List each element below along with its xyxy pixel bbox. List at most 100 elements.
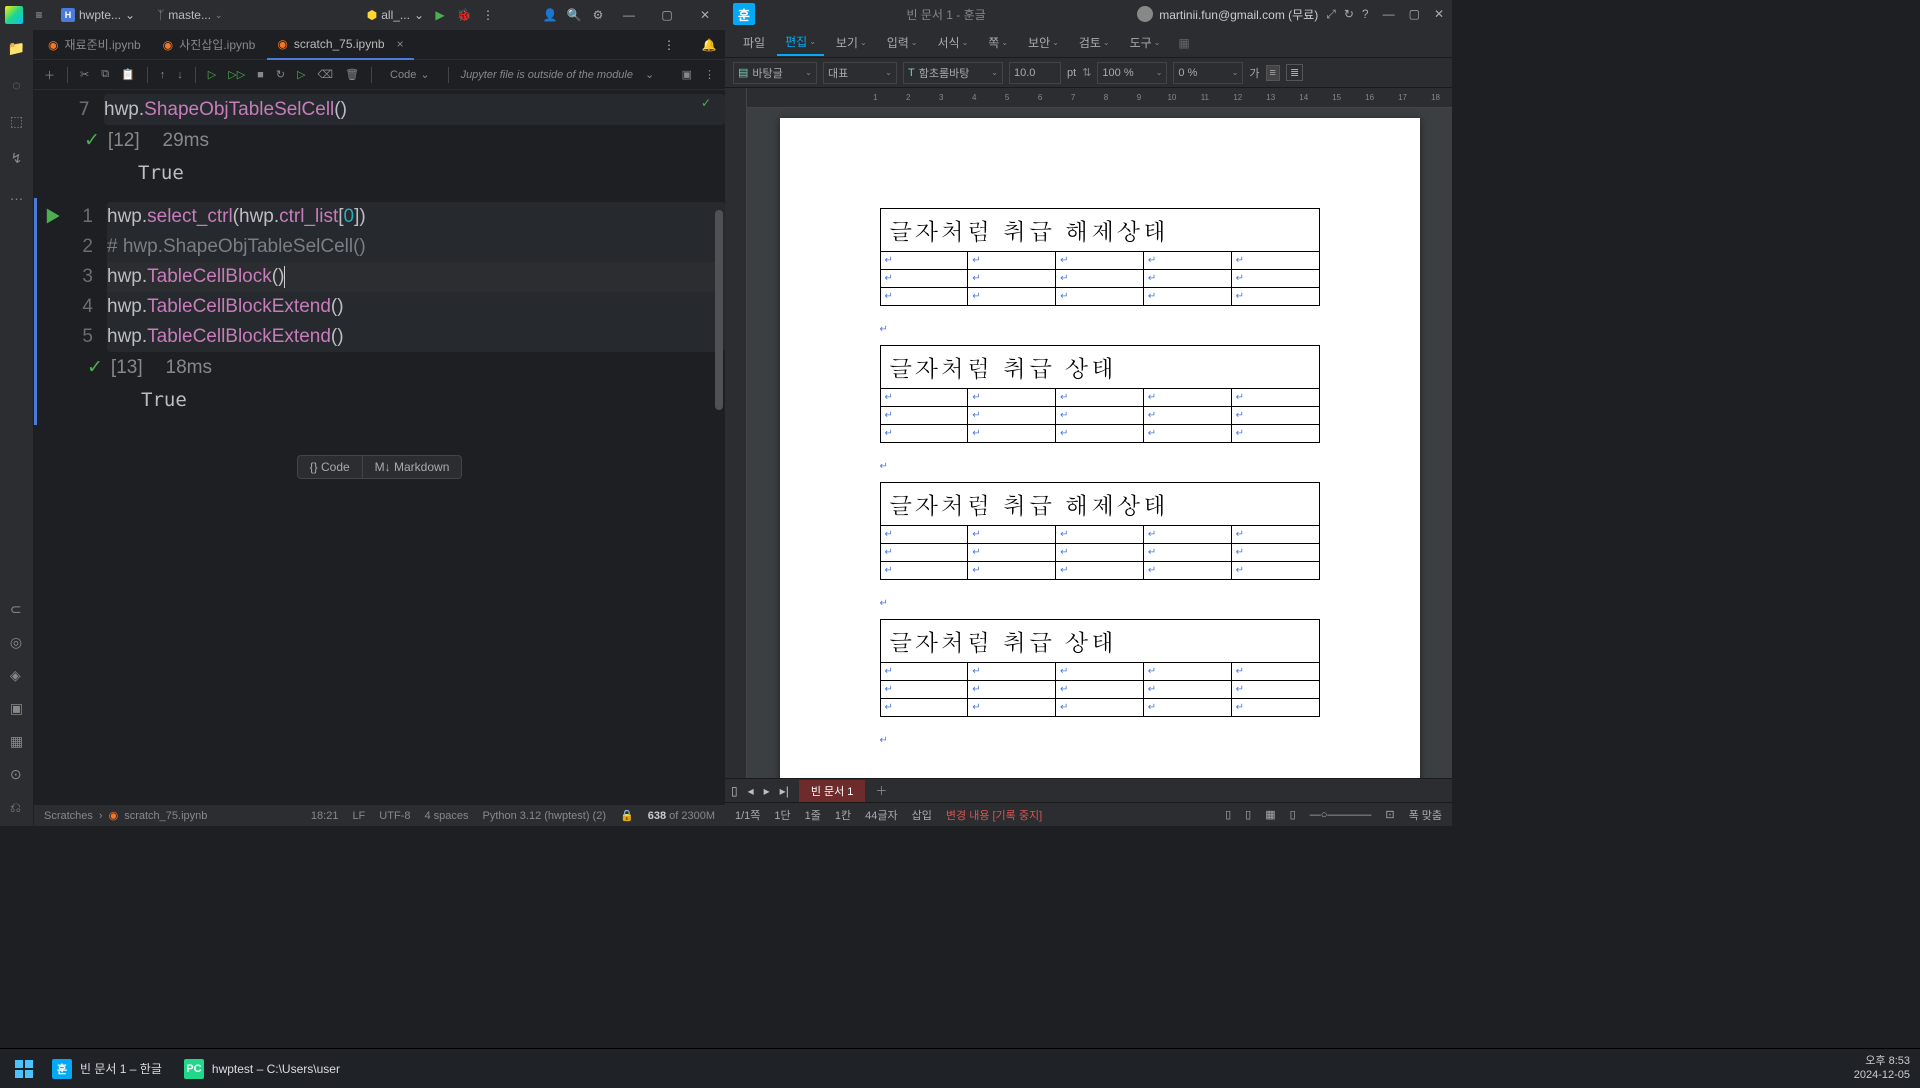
move-up-icon[interactable]: ↑ (160, 69, 166, 81)
fit-width-label[interactable]: 폭 맞춤 (1409, 807, 1442, 823)
run-config-selector[interactable]: ⬢ all_... ⌄ (367, 8, 424, 22)
ribbon-toggle-icon[interactable]: ▦ (1178, 36, 1189, 50)
hwp-table[interactable]: 글자처럼 취급 해제상태↵↵↵↵↵↵↵↵↵↵↵↵↵↵↵ (880, 482, 1320, 580)
tab-prev-icon[interactable]: ◂ (748, 784, 754, 798)
tab-next-icon[interactable]: ▸ (764, 784, 770, 798)
add-cell-icon[interactable]: ＋ (44, 67, 55, 83)
add-markdown-cell-button[interactable]: M↓ Markdown (363, 455, 463, 479)
run-cell-icon[interactable]: ▷ (208, 68, 216, 81)
tab-sajin[interactable]: ◉사진삽입.ipynb (153, 30, 266, 60)
run-cell-gutter-icon[interactable] (37, 202, 67, 352)
interpreter[interactable]: Python 3.12 (hwptest) (2) (482, 810, 606, 822)
menu-input[interactable]: 입력⌄ (879, 30, 926, 55)
size-spinner-icon[interactable]: ⇅ (1082, 66, 1091, 79)
services-tool-icon[interactable]: ◈ (10, 667, 23, 684)
chevron-down-icon[interactable]: ⌄ (645, 68, 654, 81)
stop-icon[interactable]: ■ (257, 69, 264, 81)
char-spacing-combo[interactable]: 0 %⌄ (1173, 62, 1243, 84)
tab-last-icon[interactable]: ▸| (780, 784, 789, 798)
close-tab-icon[interactable]: × (397, 37, 404, 51)
zoom-slider[interactable]: —○———— (1310, 809, 1372, 821)
taskbar-item-pycharm[interactable]: PChwptest – C:\Users\user (176, 1055, 348, 1083)
python-packages-icon[interactable]: ▦ (10, 733, 23, 750)
collapse-icon[interactable]: ⊂ (10, 601, 23, 618)
status-insert-mode[interactable]: 삽입 (912, 807, 932, 823)
restart-icon[interactable]: ↻ (276, 68, 285, 81)
minimize-button[interactable]: — (1383, 7, 1395, 21)
move-down-icon[interactable]: ↓ (177, 69, 183, 81)
close-button[interactable]: ✕ (690, 8, 720, 22)
horizontal-ruler[interactable]: 123456789101112131415161718 (747, 88, 1452, 108)
notebook-options-icon[interactable]: ⋮ (704, 68, 715, 81)
view-mode-icon[interactable]: ▯ (1225, 808, 1231, 821)
status-track-changes[interactable]: 변경 내용 [기록 중지] (946, 807, 1042, 823)
tab-scratch75[interactable]: ◉scratch_75.ipynb× (267, 30, 413, 60)
view-mode-icon[interactable]: ▯ (1290, 808, 1296, 821)
menu-tools[interactable]: 도구⌄ (1122, 30, 1169, 55)
menu-page[interactable]: 쪽⌄ (980, 30, 1016, 55)
project-tool-icon[interactable]: 📁 (8, 40, 25, 57)
output-toggle-icon[interactable]: ▣ (682, 68, 692, 81)
indent-setting[interactable]: 4 spaces (424, 810, 468, 822)
menu-edit[interactable]: 편집⌄ (777, 29, 824, 56)
page-scroll[interactable]: 글자처럼 취급 해제상태↵↵↵↵↵↵↵↵↵↵↵↵↵↵↵↵글자처럼 취급 상태↵↵… (747, 88, 1452, 778)
code-with-me-icon[interactable]: 👤 (542, 7, 558, 23)
git-branch-selector[interactable]: ᛉ maste... ⌄ (149, 6, 230, 24)
project-selector[interactable]: H hwpte... ⌄ (55, 6, 141, 24)
commit-tool-icon[interactable]: ◌ (12, 77, 20, 93)
structure-tool-icon[interactable]: ⬚ (10, 113, 23, 130)
terminal-tool-icon[interactable]: ▣ (10, 700, 23, 717)
menu-review[interactable]: 검토⌄ (1071, 30, 1118, 55)
code-lines[interactable]: hwp.select_ctrl(hwp.ctrl_list[0])# hwp.S… (107, 202, 725, 352)
menu-security[interactable]: 보안⌄ (1020, 30, 1067, 55)
refresh-icon[interactable]: ↻ (1344, 7, 1354, 21)
vertical-ruler[interactable] (725, 88, 747, 778)
zoom-fit-icon[interactable]: ⊡ (1385, 808, 1394, 821)
paste-icon[interactable]: 📋 (121, 68, 135, 81)
menu-format[interactable]: 서식⌄ (929, 30, 976, 55)
maximize-button[interactable]: ▢ (652, 8, 682, 22)
main-menu-icon[interactable]: ≡ (31, 7, 47, 23)
expand-icon[interactable]: ⤢ (1326, 7, 1336, 22)
system-tray[interactable]: 오후 8:53 2024-12-05 (1854, 1055, 1910, 1081)
menu-file[interactable]: 파일 (735, 30, 773, 55)
cell-type-select[interactable]: Code⌄ (384, 66, 436, 83)
help-icon[interactable]: ? (1362, 7, 1369, 21)
hwp-table[interactable]: 글자처럼 취급 해제상태↵↵↵↵↵↵↵↵↵↵↵↵↵↵↵ (880, 208, 1320, 306)
tab-nav-icon[interactable]: ▯ (731, 784, 738, 798)
clock[interactable]: 오후 8:53 2024-12-05 (1854, 1055, 1910, 1081)
breadcrumb[interactable]: Scratches › ◉ scratch_75.ipynb (44, 809, 207, 822)
document-page[interactable]: 글자처럼 취급 해제상태↵↵↵↵↵↵↵↵↵↵↵↵↵↵↵↵글자처럼 취급 상태↵↵… (780, 118, 1420, 778)
hwp-table[interactable]: 글자처럼 취급 상태↵↵↵↵↵↵↵↵↵↵↵↵↵↵↵ (880, 619, 1320, 717)
debug-button[interactable]: 🐞 (456, 7, 472, 23)
ai-tool-icon[interactable]: ◎ (10, 634, 23, 651)
view-mode-icon[interactable]: ▦ (1265, 808, 1275, 821)
search-icon[interactable]: 🔍 (566, 7, 582, 23)
readonly-icon[interactable]: 🔒 (620, 809, 634, 822)
taskbar-item-hwp[interactable]: 훈빈 문서 1 – 한글 (44, 1055, 170, 1083)
style-combo[interactable]: ▤바탕글⌄ (733, 62, 817, 84)
code-editor[interactable]: ✓ 7 hwp.ShapeObjTableSelCell() ✓[12] 29m… (34, 90, 725, 804)
minimize-button[interactable]: — (614, 8, 644, 22)
font-size-input[interactable]: 10.0 (1009, 62, 1061, 84)
section-combo[interactable]: 대표⌄ (823, 62, 897, 84)
copy-icon[interactable]: ⧉ (101, 68, 109, 81)
notifications-icon[interactable]: 🔔 (701, 37, 717, 53)
vcs-tool-icon[interactable]: ⎌ (10, 799, 23, 816)
status-page[interactable]: 1/1쪽 (735, 807, 760, 823)
start-button[interactable] (10, 1055, 38, 1083)
notebook-cell[interactable]: ✓ 7 hwp.ShapeObjTableSelCell() ✓[12] 29m… (34, 90, 725, 198)
zoom-combo[interactable]: 100 %⌄ (1097, 62, 1167, 84)
run-and-select-icon[interactable]: ▷ (297, 68, 305, 81)
notebook-cell[interactable]: 12345 hwp.select_ctrl(hwp.ctrl_list[0])#… (34, 198, 725, 425)
delete-cell-icon[interactable]: 🗑 (345, 68, 359, 81)
add-document-tab-icon[interactable]: ＋ (875, 782, 887, 799)
font-combo[interactable]: T함초롬바탕⌄ (903, 62, 1003, 84)
memory-indicator[interactable]: 638 of 2300M (648, 810, 715, 822)
line-separator[interactable]: LF (352, 810, 365, 822)
pull-requests-icon[interactable]: ↯ (11, 150, 23, 167)
more-tool-icon[interactable]: … (10, 187, 24, 203)
encoding[interactable]: UTF-8 (379, 810, 410, 822)
menu-view[interactable]: 보기⌄ (828, 30, 875, 55)
align-left-icon[interactable]: ≡ (1266, 65, 1280, 81)
